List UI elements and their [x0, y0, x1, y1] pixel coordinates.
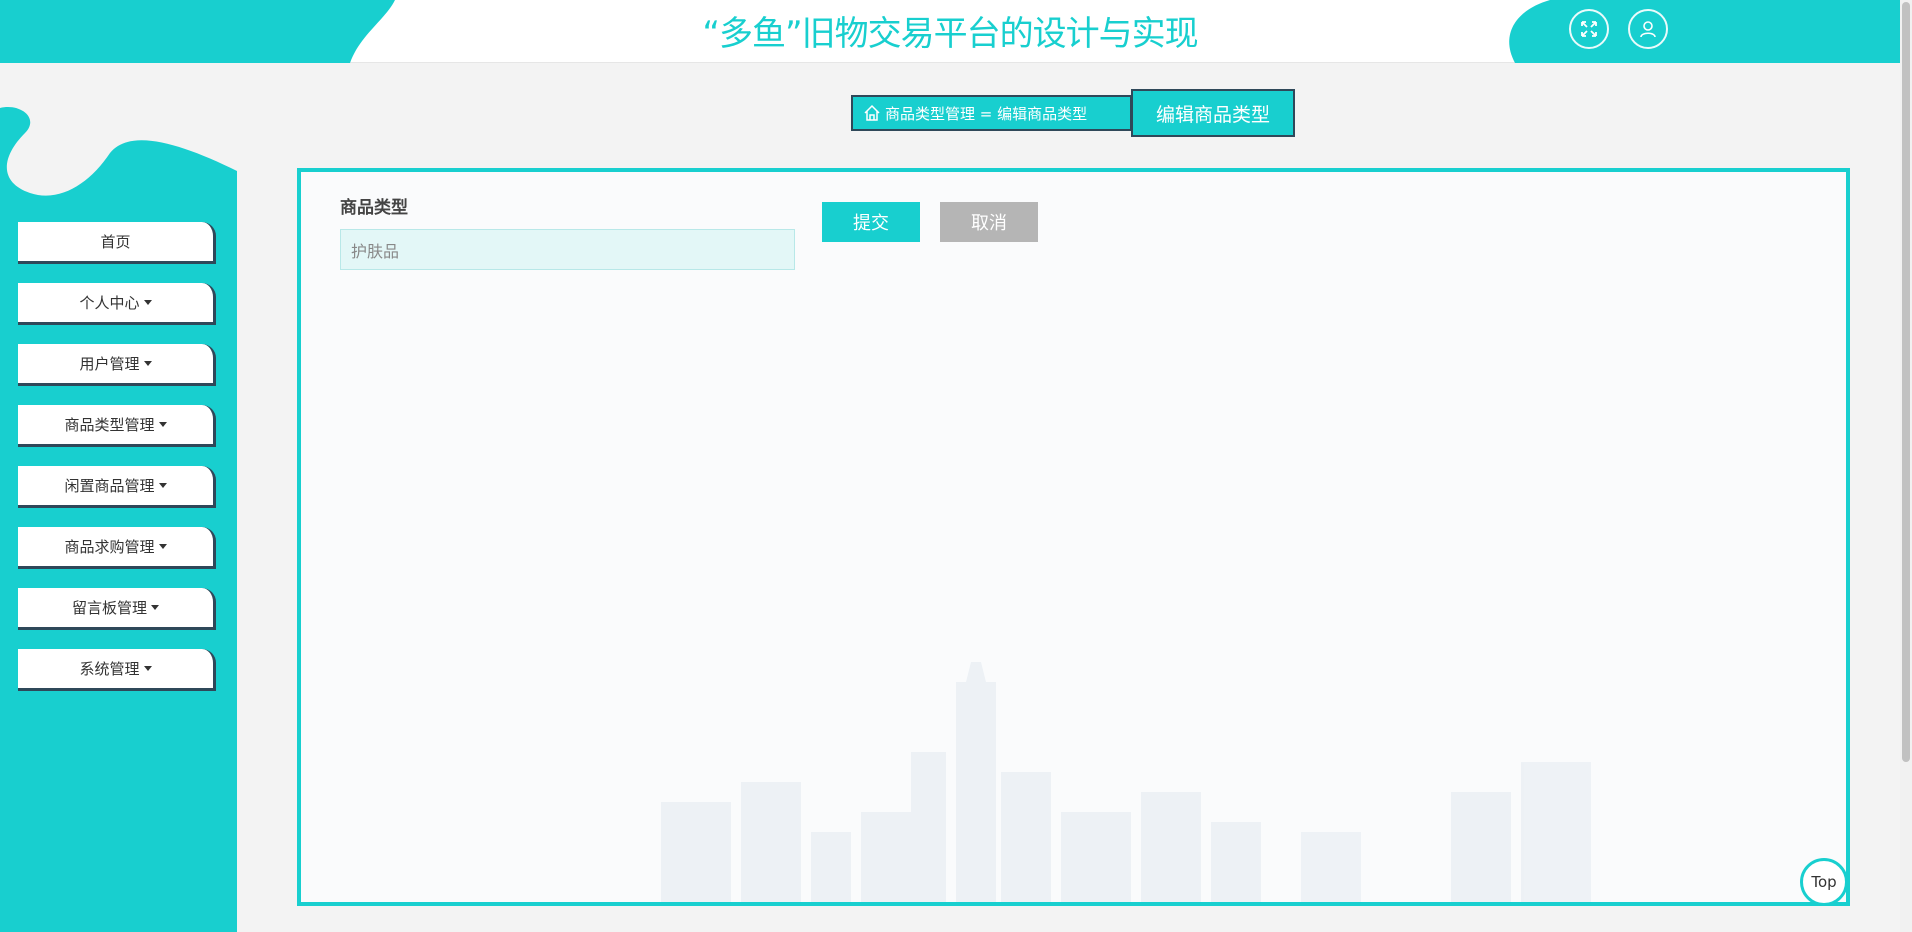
- back-to-top-button[interactable]: Top: [1800, 858, 1848, 906]
- caret-down-icon: [158, 483, 167, 488]
- sidebar-item-label: 商品类型管理: [64, 416, 155, 434]
- caret-down-icon: [143, 361, 152, 366]
- sidebar-item-label: 商品求购管理: [64, 538, 155, 556]
- sidebar-item-message-board-management[interactable]: 留言板管理: [18, 588, 216, 630]
- vertical-scrollbar[interactable]: [1900, 0, 1912, 932]
- caret-down-icon: [158, 422, 167, 427]
- caret-down-icon: [158, 544, 167, 549]
- sidebar-item-idle-product-management[interactable]: 闲置商品管理: [18, 466, 216, 508]
- product-type-label: 商品类型: [340, 198, 408, 218]
- sidebar-item-system-management[interactable]: 系统管理: [18, 649, 216, 691]
- sidebar-item-label: 用户管理: [79, 355, 140, 373]
- sidebar-item-personal-center[interactable]: 个人中心: [18, 283, 216, 325]
- header-bar: “多鱼”旧物交易平台的设计与实现: [0, 0, 1900, 63]
- sidebar-item-label: 留言板管理: [71, 599, 147, 617]
- product-type-input[interactable]: [340, 229, 795, 270]
- scrollbar-thumb[interactable]: [1902, 2, 1910, 762]
- sidebar-item-user-management[interactable]: 用户管理: [18, 344, 216, 386]
- breadcrumb: 商品类型管理 = 编辑商品类型: [851, 95, 1132, 131]
- sidebar: 首页 个人中心 用户管理 商品类型管理 闲置商品管理 商品求购管理 留言板管理 …: [0, 63, 237, 932]
- city-skyline-background: [661, 662, 1591, 902]
- sidebar-item-label: 个人中心: [79, 294, 140, 312]
- cancel-button[interactable]: 取消: [940, 202, 1038, 242]
- sidebar-item-label: 系统管理: [79, 660, 140, 678]
- fullscreen-button[interactable]: [1569, 9, 1609, 49]
- page-title: 编辑商品类型: [1131, 89, 1295, 137]
- submit-button[interactable]: 提交: [822, 202, 920, 242]
- sidebar-item-product-wanted-management[interactable]: 商品求购管理: [18, 527, 216, 569]
- user-icon: [1640, 21, 1656, 38]
- caret-down-icon: [143, 666, 152, 671]
- user-button[interactable]: [1628, 9, 1668, 49]
- fullscreen-icon: [1581, 21, 1597, 37]
- content-panel: [297, 168, 1850, 906]
- sidebar-item-home[interactable]: 首页: [18, 222, 216, 264]
- sidebar-item-product-type-management[interactable]: 商品类型管理: [18, 405, 216, 447]
- caret-down-icon: [143, 300, 152, 305]
- sidebar-item-label: 首页: [100, 233, 131, 251]
- sidebar-item-label: 闲置商品管理: [64, 477, 155, 495]
- breadcrumb-path[interactable]: 商品类型管理 = 编辑商品类型: [885, 103, 1087, 124]
- caret-down-icon: [151, 605, 159, 610]
- app-title: “多鱼”旧物交易平台的设计与实现: [702, 14, 1198, 54]
- home-icon[interactable]: [863, 104, 881, 122]
